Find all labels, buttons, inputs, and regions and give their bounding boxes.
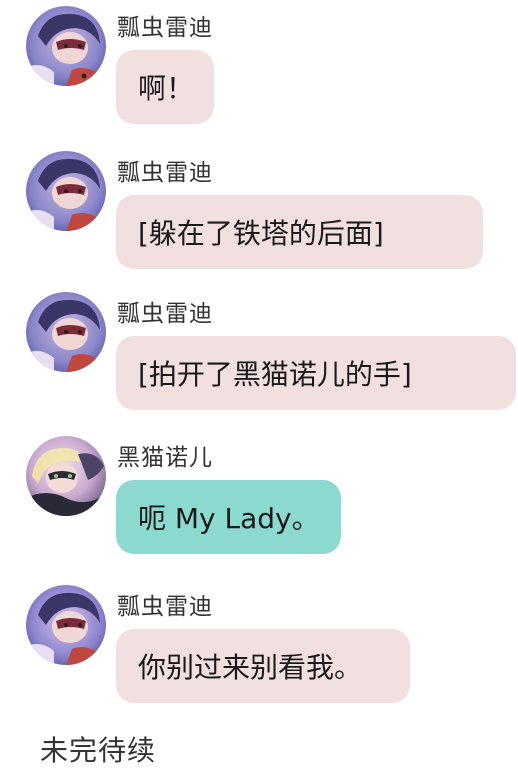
message-bubble[interactable]: [躲在了铁塔的后面] [116,195,483,269]
ladybug-avatar[interactable] [26,151,106,231]
sender-name: 瓢虫雷迪 [117,301,213,327]
sender-name: 瓢虫雷迪 [117,15,213,41]
message-text: [躲在了铁塔的后面] [138,217,384,250]
sender-name: 黑猫诺儿 [117,445,213,471]
chat-noir-avatar[interactable] [26,436,106,516]
ladybug-avatar[interactable] [26,292,106,372]
to-be-continued-text: 未完待续 [40,734,157,767]
message-text: 啊！ [138,72,195,105]
sender-name: 瓢虫雷迪 [117,594,213,620]
message-bubble[interactable]: 呃 My Lady。 [116,480,341,554]
sender-name: 瓢虫雷迪 [117,160,213,186]
ladybug-avatar[interactable] [26,585,106,665]
message-text: 呃 My Lady。 [138,502,320,535]
message-bubble[interactable]: 啊！ [116,50,214,124]
message-bubble[interactable]: [拍开了黑猫诺儿的手] [116,336,516,410]
ladybug-avatar[interactable] [26,6,106,86]
message-text: [拍开了黑猫诺儿的手] [138,358,412,391]
message-bubble[interactable]: 你别过来别看我。 [116,629,410,703]
message-text: 你别过来别看我。 [138,651,363,684]
